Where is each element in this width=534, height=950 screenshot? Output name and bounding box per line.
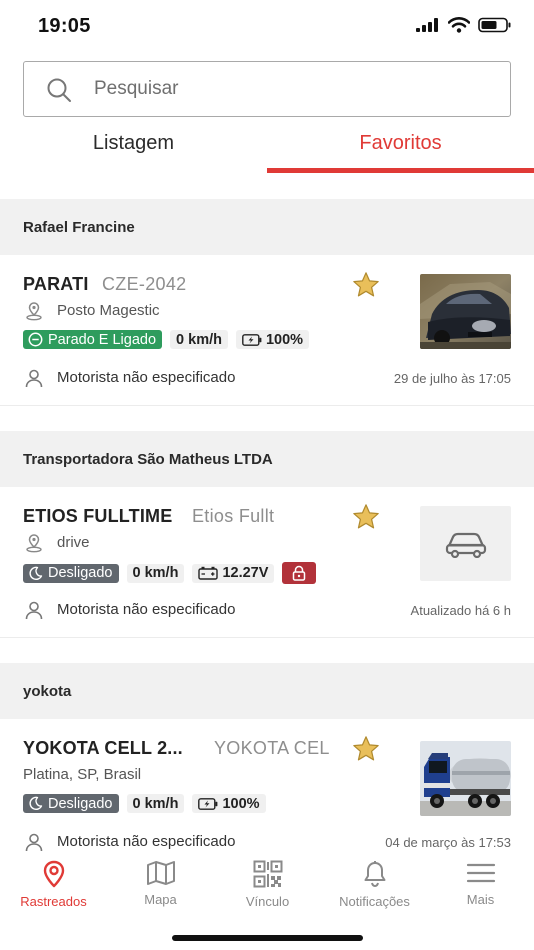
status-time: 19:05 <box>38 15 91 37</box>
vehicle-badges: Desligado 0 km/h 100% <box>23 794 266 813</box>
car-battery-icon <box>198 566 219 580</box>
nav-mais[interactable]: Mais <box>427 852 534 916</box>
search-input[interactable] <box>94 62 494 115</box>
driver-icon <box>25 369 43 388</box>
driver-icon <box>25 601 43 620</box>
driver-icon <box>25 833 43 852</box>
favorite-star-icon[interactable] <box>351 735 381 763</box>
vehicle-thumbnail <box>420 274 511 349</box>
status-icons <box>416 17 512 33</box>
tab-listagem[interactable]: Listagem <box>0 122 267 174</box>
status-badge: Desligado <box>23 563 119 583</box>
search-box[interactable] <box>23 61 511 117</box>
divider <box>0 637 534 638</box>
favorite-star-icon[interactable] <box>351 271 381 299</box>
nav-label: Mais <box>466 892 495 907</box>
minus-circle-icon <box>28 332 43 347</box>
car-placeholder-icon <box>445 532 486 558</box>
menu-icon <box>466 863 495 883</box>
bell-icon <box>364 861 385 888</box>
nav-vinculo[interactable]: Vínculo <box>214 852 321 916</box>
vehicle-location: drive <box>57 534 90 551</box>
vehicle-location: Platina, SP, Brasil <box>23 766 142 783</box>
status-badge: Desligado <box>23 794 119 813</box>
nav-notificacoes[interactable]: Notificações <box>321 852 428 916</box>
driver-name: Motorista não especificado <box>57 601 236 618</box>
vehicle-plate: CZE-2042 <box>102 274 187 294</box>
nav-rastreados[interactable]: Rastreados <box>0 852 107 916</box>
group-header: yokota <box>0 663 534 719</box>
nav-label: Notificações <box>339 894 410 909</box>
tab-favoritos[interactable]: Favoritos <box>267 122 534 174</box>
voltage-value: 12.27V <box>222 565 269 581</box>
vehicle-plate: Etios Fullt <box>192 506 275 526</box>
status-label: Desligado <box>48 795 113 812</box>
nav-mapa[interactable]: Mapa <box>107 852 214 916</box>
status-label: Parado E Ligado <box>48 331 157 348</box>
wifi-icon <box>448 17 470 33</box>
vehicle-thumbnail <box>420 741 511 816</box>
map-icon <box>146 861 175 885</box>
vehicle-location: Posto Magestic <box>57 302 160 319</box>
speed-badge: 0 km/h <box>170 330 228 349</box>
moon-icon <box>29 796 43 810</box>
divider <box>0 405 534 406</box>
vehicle-badges: Parado E Ligado 0 km/h 100% <box>23 330 310 349</box>
map-pin-icon <box>43 860 64 888</box>
speed-badge: 0 km/h <box>126 794 185 813</box>
bottom-nav: Rastreados Mapa Vínculo Notificações Mai… <box>0 852 534 916</box>
last-update-time: 29 de julho às 17:05 <box>393 371 511 386</box>
tabs: Listagem Favoritos <box>0 122 534 174</box>
driver-name: Motorista não especificado <box>57 369 236 386</box>
signal-icon <box>416 18 438 32</box>
vehicle-name: YOKOTA CELL 2... <box>23 738 183 758</box>
battery-charge-icon <box>242 333 262 346</box>
home-indicator <box>172 935 363 941</box>
battery-charge-icon <box>198 797 218 810</box>
vehicle-card[interactable]: ETIOS FULLTIME Etios Fullt drive Desliga… <box>0 487 534 637</box>
favorite-star-icon[interactable] <box>351 503 381 531</box>
status-badge: Parado E Ligado <box>23 330 163 349</box>
status-bar: 19:05 <box>0 0 534 52</box>
battery-value: 100% <box>222 795 260 812</box>
truck-photo <box>420 741 511 816</box>
vehicle-card[interactable]: YOKOTA CELL 2... YOKOTA CEL Platina, SP,… <box>0 719 534 852</box>
nav-label: Mapa <box>144 892 177 907</box>
vehicle-thumbnail <box>420 506 511 581</box>
car-photo <box>420 274 511 349</box>
last-update-time: Atualizado há 6 h <box>410 603 511 618</box>
nav-label: Rastreados <box>20 894 87 909</box>
vehicle-plate: YOKOTA CEL <box>214 738 330 758</box>
nav-label: Vínculo <box>245 894 290 909</box>
lock-badge <box>282 562 317 584</box>
battery-icon <box>478 17 511 33</box>
last-update-time: 04 de março às 17:53 <box>385 835 511 850</box>
vehicle-name: PARATI <box>23 274 89 294</box>
moon-icon <box>29 566 43 580</box>
location-pin-icon <box>26 302 42 321</box>
battery-badge: 100% <box>235 330 310 349</box>
location-pin-icon <box>26 534 42 553</box>
qr-code-icon <box>253 860 282 888</box>
vehicle-badges: Desligado 0 km/h 12.27V <box>23 562 317 584</box>
group-header: Transportadora São Matheus LTDA <box>0 431 534 487</box>
battery-badge: 100% <box>192 794 266 813</box>
status-label: Desligado <box>48 565 113 581</box>
voltage-badge: 12.27V <box>192 563 275 583</box>
vehicle-name: ETIOS FULLTIME <box>23 506 173 526</box>
group-header: Rafael Francine <box>0 199 534 255</box>
lock-icon <box>293 565 306 581</box>
vehicle-card[interactable]: PARATI CZE-2042 Posto Magestic Parado E … <box>0 255 534 405</box>
battery-value: 100% <box>265 331 304 348</box>
speed-badge: 0 km/h <box>126 563 185 583</box>
search-icon <box>47 78 71 102</box>
driver-name: Motorista não especificado <box>57 833 236 850</box>
active-tab-indicator <box>267 168 534 173</box>
